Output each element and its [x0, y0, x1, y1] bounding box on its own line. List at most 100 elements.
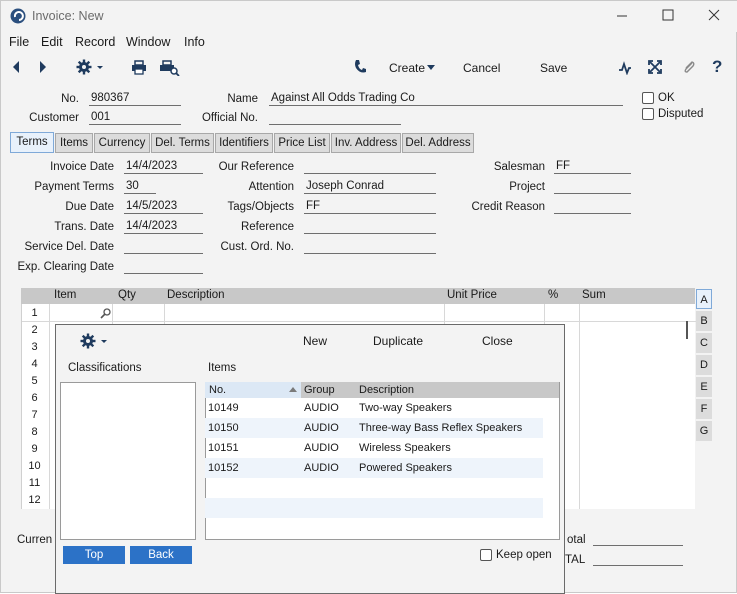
official-no-field[interactable] [269, 111, 401, 125]
matrix-button-a[interactable]: A [696, 289, 712, 309]
activity-icon[interactable] [618, 61, 632, 75]
exp-clearing-date-label: Exp. Clearing Date [17, 261, 114, 273]
ok-checkbox[interactable] [642, 92, 654, 104]
cancel-button[interactable]: Cancel [463, 61, 500, 75]
expand-icon[interactable] [648, 60, 662, 74]
total-label: otal [567, 534, 586, 546]
invoice-date-label: Invoice Date [50, 161, 114, 173]
list-item[interactable]: 10150 AUDIO Three-way Bass Reflex Speake… [205, 418, 543, 438]
keep-open-label: Keep open [496, 549, 552, 561]
payment-terms-field[interactable]: 30 [124, 180, 156, 194]
menu-window[interactable]: Window [126, 35, 170, 49]
help-icon[interactable]: ? [712, 57, 722, 77]
row-number: 10 [28, 460, 41, 472]
menu-bar: File Edit Record Window Info [1, 32, 737, 53]
row-number: 12 [28, 494, 41, 506]
maximize-icon[interactable] [662, 9, 674, 21]
reference-field[interactable] [304, 220, 436, 234]
matrix-button-c[interactable]: C [696, 333, 712, 353]
classifications-list[interactable] [60, 382, 196, 540]
col-no[interactable]: No. [209, 384, 226, 396]
credit-reason-field[interactable] [554, 200, 631, 214]
previous-record-icon[interactable] [11, 60, 21, 74]
col-description[interactable]: Description [359, 384, 414, 396]
exp-clearing-date-field[interactable] [124, 260, 203, 274]
matrix-button-e[interactable]: E [696, 377, 712, 397]
item-description: Wireless Speakers [359, 442, 451, 454]
operations-gear-icon[interactable] [76, 59, 104, 75]
list-item[interactable]: 10152 AUDIO Powered Speakers [205, 458, 543, 478]
popup-duplicate-button[interactable]: Duplicate [373, 334, 423, 348]
salesman-field[interactable]: FF [554, 160, 631, 174]
name-field[interactable]: Against All Odds Trading Co [269, 92, 623, 106]
attention-field[interactable]: Joseph Conrad [304, 180, 436, 194]
our-reference-field[interactable] [304, 160, 436, 174]
matrix-button-g[interactable]: G [696, 421, 712, 441]
back-button[interactable]: Back [130, 546, 192, 564]
due-date-field[interactable]: 14/5/2023 [124, 200, 203, 214]
popup-new-button[interactable]: New [303, 334, 327, 348]
matrix-button-f[interactable]: F [696, 399, 712, 419]
minimize-icon[interactable] [616, 10, 628, 22]
cust-ord-no-field[interactable] [304, 240, 436, 254]
tab-inv-address[interactable]: Inv. Address [331, 133, 401, 153]
close-window-icon[interactable] [708, 9, 720, 21]
col-item: Item [54, 289, 77, 301]
row-number: 5 [31, 375, 38, 387]
disputed-checkbox[interactable] [642, 108, 654, 120]
item-group: AUDIO [304, 422, 339, 434]
matrix-button-b[interactable]: B [696, 311, 712, 331]
next-record-icon[interactable] [38, 60, 48, 74]
matrix-button-d[interactable]: D [696, 355, 712, 375]
create-button[interactable]: Create [389, 61, 425, 75]
tab-terms[interactable]: Terms [10, 132, 54, 153]
menu-record[interactable]: Record [75, 35, 115, 49]
tab-identifiers[interactable]: Identifiers [215, 133, 273, 153]
sort-ascending-icon[interactable] [289, 387, 298, 393]
attention-label: Attention [248, 181, 294, 193]
total2-field[interactable] [593, 552, 683, 566]
top-button[interactable]: Top [63, 546, 125, 564]
total-field[interactable] [593, 532, 683, 546]
keep-open-checkbox[interactable] [480, 549, 492, 561]
popup-close-button[interactable]: Close [482, 334, 513, 348]
tab-del-address[interactable]: Del. Address [402, 133, 474, 153]
col-group[interactable]: Group [304, 384, 335, 396]
row-number: 3 [31, 341, 38, 353]
menu-info[interactable]: Info [184, 35, 205, 49]
item-description: Three-way Bass Reflex Speakers [359, 422, 523, 434]
tab-items[interactable]: Items [55, 133, 93, 153]
customer-field[interactable]: 001 [89, 111, 181, 125]
phone-icon[interactable] [353, 59, 367, 75]
item-description: Powered Speakers [359, 462, 452, 474]
row-number: 11 [28, 477, 41, 489]
invoice-date-field[interactable]: 14/4/2023 [124, 160, 203, 174]
menu-file[interactable]: File [9, 35, 29, 49]
no-field[interactable]: 980367 [89, 92, 181, 106]
tab-del-terms[interactable]: Del. Terms [151, 133, 214, 153]
row-number: 1 [31, 307, 38, 319]
print-icon[interactable] [131, 60, 147, 75]
invoice-window: Invoice: New File Edit Record Window Inf… [0, 0, 737, 594]
save-button[interactable]: Save [540, 61, 567, 75]
service-del-date-field[interactable] [124, 240, 203, 254]
list-item[interactable]: 10151 AUDIO Wireless Speakers [205, 438, 543, 458]
item-search-icon[interactable] [100, 307, 112, 319]
create-dropdown-icon[interactable] [427, 65, 436, 71]
menu-edit[interactable]: Edit [41, 35, 63, 49]
grid-scrollbar[interactable] [686, 321, 688, 339]
tab-price-list[interactable]: Price List [274, 133, 330, 153]
app-logo-icon [10, 8, 26, 24]
list-item[interactable]: 10149 AUDIO Two-way Speakers [205, 398, 543, 418]
print-preview-icon[interactable] [159, 60, 181, 76]
col-unit-price: Unit Price [447, 289, 497, 301]
tab-currency[interactable]: Currency [94, 133, 150, 153]
disputed-label: Disputed [658, 108, 704, 120]
attachment-icon[interactable] [682, 59, 696, 75]
tags-objects-field[interactable]: FF [304, 200, 436, 214]
due-date-label: Due Date [65, 201, 114, 213]
project-field[interactable] [554, 180, 631, 194]
item-group: AUDIO [304, 462, 339, 474]
popup-gear-icon[interactable] [80, 333, 108, 349]
trans-date-field[interactable]: 14/4/2023 [124, 220, 203, 234]
